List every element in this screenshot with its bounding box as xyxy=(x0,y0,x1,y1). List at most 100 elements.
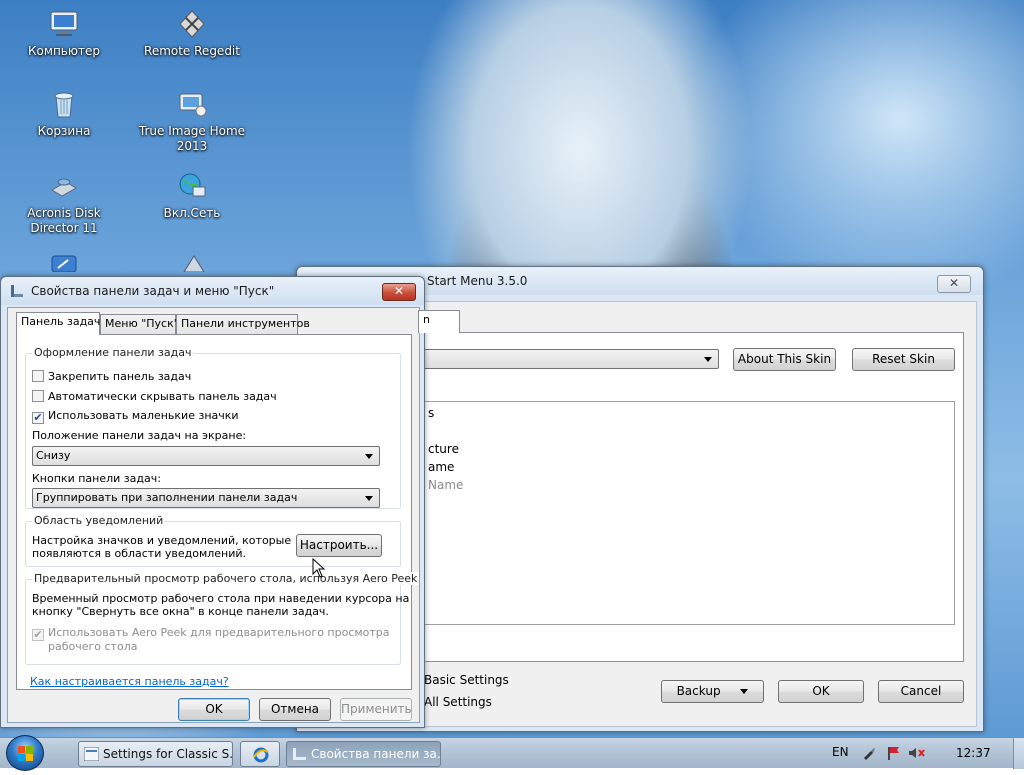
skin-select[interactable] xyxy=(423,349,719,369)
true-image-icon xyxy=(179,93,207,117)
ok-button[interactable]: OK xyxy=(778,680,864,703)
peek-description: кнопку "Свернуть все окна" в конце панел… xyxy=(32,605,329,618)
desktop-icon-recycle-bin[interactable]: Корзина xyxy=(4,88,124,139)
desktop-icon-label: Acronis Disk Director 11 xyxy=(27,206,101,235)
checkbox-box[interactable] xyxy=(32,370,44,382)
help-link[interactable]: Как настраивается панель задач? xyxy=(30,675,229,688)
chevron-down-icon xyxy=(740,689,749,694)
group-taskbar-appearance: Оформление панели задач Закрепить панель… xyxy=(25,346,401,509)
taskbar-properties-window: Свойства панели задач и меню "Пуск" ✕ Па… xyxy=(0,276,425,728)
desktop-icon-network[interactable]: Вкл.Сеть xyxy=(132,170,252,221)
apply-button: Применить xyxy=(340,698,412,721)
group-title: Оформление панели задач xyxy=(32,346,194,359)
properties-window-titlebar[interactable]: Свойства панели задач и меню "Пуск" ✕ xyxy=(1,277,424,305)
list-item[interactable]: cture xyxy=(428,443,459,456)
desktop-icon-label: Компьютер xyxy=(28,44,100,58)
peek-description: Временный просмотр рабочего стола при на… xyxy=(32,592,410,605)
start-button[interactable] xyxy=(6,735,44,771)
chevron-down-icon xyxy=(704,357,712,362)
backup-label: Backup xyxy=(676,684,721,698)
tab-taskbar[interactable]: Панель задач xyxy=(16,312,100,335)
tab-label: n xyxy=(423,313,430,326)
desktop: Компьютер Remote Regedit Корзина True Im… xyxy=(0,0,1024,737)
select-value: Снизу xyxy=(36,449,71,462)
checkbox-label: Автоматически скрывать панель задач xyxy=(48,390,277,403)
taskbar-properties-icon xyxy=(11,285,23,297)
desktop-icon-acronis[interactable]: Acronis Disk Director 11 xyxy=(4,170,124,236)
desktop-icon-computer[interactable]: Компьютер xyxy=(4,8,124,59)
regedit-icon xyxy=(179,10,205,38)
group-aero-peek: Предварительный просмотр рабочего стола,… xyxy=(25,572,420,665)
notify-description: Настройка значков и уведомлений, которые xyxy=(32,534,292,547)
window-title: Start Menu 3.5.0 xyxy=(427,274,528,288)
list-item[interactable]: ame xyxy=(428,461,454,474)
checkbox-label: Использовать маленькие значки xyxy=(48,409,239,422)
group-notification-area: Область уведомлений Настройка значков и … xyxy=(25,514,401,567)
taskbar-position-select[interactable]: Снизу xyxy=(32,446,380,466)
taskbar-tab-page: Оформление панели задач Закрепить панель… xyxy=(16,334,420,690)
reset-skin-button[interactable]: Reset Skin xyxy=(852,348,955,371)
tab-start-menu[interactable]: Меню "Пуск" xyxy=(100,314,179,334)
select-value: Группировать при заполнении панели задач xyxy=(36,491,298,504)
cancel-button[interactable]: Cancel xyxy=(878,680,964,703)
window-title: Свойства панели задач и меню "Пуск" xyxy=(31,284,275,298)
checkbox-box[interactable] xyxy=(32,390,44,402)
tab-skin[interactable]: n xyxy=(418,310,460,333)
recycle-bin-icon xyxy=(54,92,74,118)
radio-all-settings[interactable]: All Settings xyxy=(424,696,492,709)
notify-description: появляются в области уведомлений. xyxy=(32,547,247,560)
desktop-icon-label: Вкл.Сеть xyxy=(163,206,221,220)
settings-window-icon xyxy=(84,747,99,761)
taskbar-properties-icon xyxy=(293,748,306,760)
disk-director-icon xyxy=(51,178,77,197)
desktop-icon-label: Remote Regedit xyxy=(144,44,240,58)
skin-options-list[interactable]: s cture ame Name xyxy=(423,401,955,625)
check-icon: ✔ xyxy=(32,628,44,641)
desktop-icon-label: True Image Home 2013 xyxy=(138,124,246,153)
pen-tool-icon[interactable] xyxy=(862,746,876,760)
checkbox-label: Использовать Aero Peek для предварительн… xyxy=(48,626,390,639)
close-button[interactable]: ✕ xyxy=(382,283,416,301)
action-center-flag-icon[interactable] xyxy=(886,746,902,760)
taskbar-buttons-select[interactable]: Группировать при заполнении панели задач xyxy=(32,488,380,508)
small-icons-checkbox[interactable]: ✔ Использовать маленькие значки xyxy=(32,409,239,425)
configure-notifications-button[interactable]: Настроить... xyxy=(296,534,382,557)
checkbox-label-continued: рабочего стола xyxy=(48,640,138,653)
computer-icon xyxy=(50,11,78,36)
tab-toolbars[interactable]: Панели инструментов xyxy=(176,314,310,334)
check-icon[interactable]: ✔ xyxy=(32,412,44,424)
list-item-disabled: Name xyxy=(428,478,464,492)
close-button[interactable]: ✕ xyxy=(937,275,971,293)
taskbar-item-ie[interactable] xyxy=(240,741,280,767)
network-globe-icon xyxy=(179,173,206,197)
language-indicator[interactable]: EN xyxy=(832,745,849,759)
position-label: Положение панели задач на экране: xyxy=(32,429,247,442)
show-desktop-button[interactable] xyxy=(1013,738,1024,769)
tab-label: Панели инструментов xyxy=(181,317,310,330)
desktop-icon-true-image[interactable]: True Image Home 2013 xyxy=(132,88,252,154)
ok-button[interactable]: OK xyxy=(178,698,250,721)
taskbar-item-classic-settings[interactable]: Settings for Classic S... xyxy=(78,741,233,767)
cancel-button[interactable]: Отмена xyxy=(259,698,331,721)
volume-muted-icon[interactable] xyxy=(908,746,926,760)
internet-explorer-icon xyxy=(253,747,269,763)
taskbar-item-label: Свойства панели за... xyxy=(311,747,441,761)
desktop-icon-remote-regedit[interactable]: Remote Regedit xyxy=(132,8,252,59)
group-title: Область уведомлений xyxy=(32,514,166,527)
list-item[interactable]: s xyxy=(428,407,434,420)
backup-button[interactable]: Backup xyxy=(661,680,764,703)
radio-basic-settings[interactable]: Basic Settings xyxy=(424,674,509,687)
autohide-taskbar-checkbox[interactable]: Автоматически скрывать панель задач xyxy=(32,390,277,406)
clock[interactable]: 12:37 xyxy=(956,746,991,760)
windows-logo-icon xyxy=(18,746,33,761)
tab-label: Панель задач xyxy=(21,315,101,328)
taskbar-item-label: Settings for Classic S... xyxy=(103,747,233,761)
about-skin-button[interactable]: About This Skin xyxy=(733,348,836,371)
properties-window-client: Панель задач Меню "Пуск" Панели инструме… xyxy=(7,307,420,723)
group-title: Предварительный просмотр рабочего стола,… xyxy=(32,572,420,585)
tab-label: Меню "Пуск" xyxy=(105,317,179,330)
lock-taskbar-checkbox[interactable]: Закрепить панель задач xyxy=(32,370,191,386)
taskbar: Settings for Classic S... Свойства панел… xyxy=(0,735,1024,771)
taskbar-item-taskbar-properties[interactable]: Свойства панели за... xyxy=(286,741,441,767)
partial-desktop-icon xyxy=(51,255,77,272)
